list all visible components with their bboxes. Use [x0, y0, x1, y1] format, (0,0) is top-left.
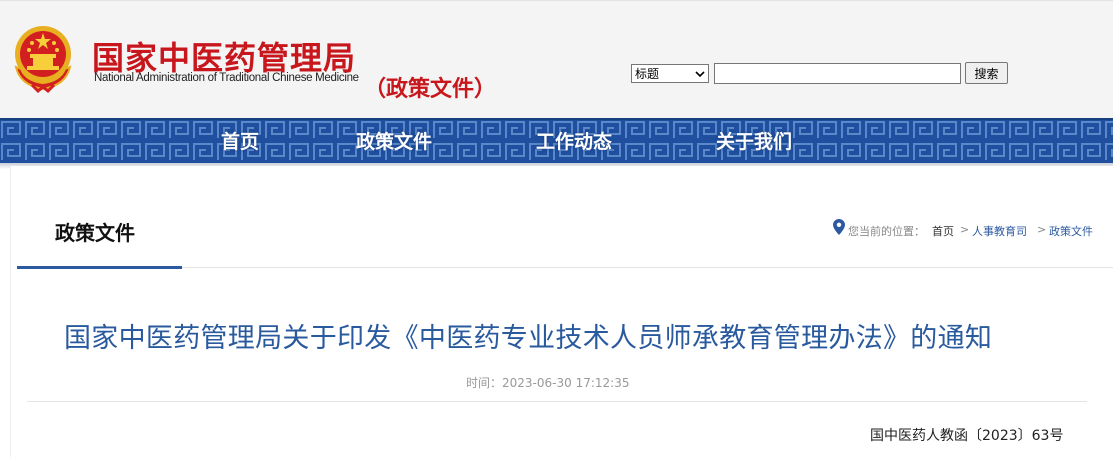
nav-item-policy[interactable]: 政策文件 — [356, 127, 432, 154]
search-button[interactable]: 搜索 — [965, 62, 1008, 84]
section-subtitle: （政策文件） — [364, 77, 497, 102]
breadcrumb-separator: > — [1037, 223, 1047, 236]
article-title: 国家中医药管理局关于印发《中医药专业技术人员师承教育管理办法》的通知 — [64, 323, 993, 354]
time-value: 2023-06-30 17:12:35 — [502, 376, 630, 390]
article-divider — [27, 401, 1087, 402]
search-input[interactable] — [714, 63, 961, 84]
national-emblem-icon — [14, 26, 72, 93]
time-label: 时间： — [466, 376, 503, 390]
nav-item-about[interactable]: 关于我们 — [716, 127, 792, 154]
site-header: 国家中医药管理局 National Administration of Trad… — [0, 0, 1113, 118]
article-time: 时间：2023-06-30 17:12:35 — [466, 374, 629, 391]
breadcrumb-home[interactable]: 首页 — [932, 223, 954, 239]
site-title-english: National Administration of Traditional C… — [94, 72, 359, 84]
tab-title[interactable]: 政策文件 — [55, 217, 135, 246]
content-panel — [10, 166, 1113, 457]
document-number: 国中医药人教函〔2023〕63号 — [870, 428, 1064, 444]
breadcrumb-separator: > — [960, 223, 970, 236]
breadcrumb-prefix: 您当前的位置： — [848, 225, 925, 238]
tab-active-indicator — [17, 266, 182, 269]
main-nav: 首页 政策文件 工作动态 关于我们 — [0, 118, 1113, 163]
search-field-value: 标题 — [635, 67, 660, 81]
chevron-down-icon — [695, 70, 705, 77]
tab-divider — [182, 267, 1113, 268]
nav-item-news[interactable]: 工作动态 — [536, 127, 612, 154]
search-field-select[interactable]: 标题 — [631, 64, 709, 83]
nav-item-home[interactable]: 首页 — [221, 127, 259, 154]
location-pin-icon — [833, 219, 845, 235]
breadcrumb-current[interactable]: 政策文件 — [1049, 223, 1093, 239]
breadcrumb-department[interactable]: 人事教育司 — [972, 223, 1027, 239]
